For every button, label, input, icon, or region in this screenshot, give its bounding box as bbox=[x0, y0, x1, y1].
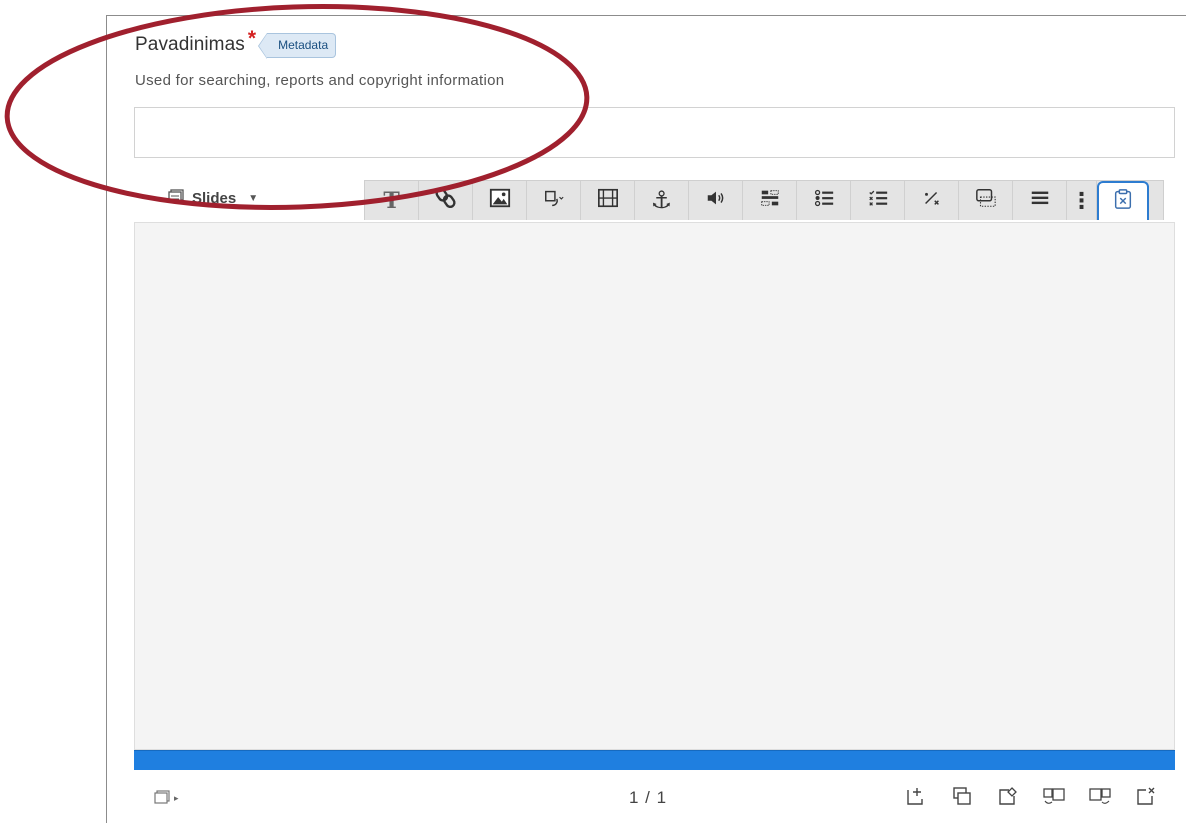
slide-progress-bar bbox=[134, 750, 1175, 770]
move-slide-left-icon bbox=[1043, 786, 1065, 811]
chevron-right-icon: ▸ bbox=[174, 793, 179, 803]
chevron-down-icon: ▼ bbox=[248, 192, 259, 204]
add-slide-button[interactable] bbox=[901, 785, 931, 811]
anchor-tool-button[interactable]: ⚓ bbox=[635, 181, 689, 220]
video-tool-button[interactable] bbox=[581, 181, 635, 220]
clone-slide-icon bbox=[951, 786, 973, 811]
text-tool-button[interactable]: T bbox=[365, 181, 419, 220]
delete-slide-button[interactable] bbox=[1131, 785, 1161, 811]
move-slide-left-button[interactable] bbox=[1039, 785, 1069, 811]
move-slide-right-button[interactable] bbox=[1085, 785, 1115, 811]
summary-tool-button[interactable] bbox=[959, 181, 1013, 220]
slides-menu-label: Slides bbox=[192, 189, 237, 207]
audio-icon bbox=[705, 187, 727, 214]
fill-blanks-icon bbox=[921, 187, 943, 214]
drag-text-tool-button[interactable] bbox=[743, 181, 797, 220]
list-icon bbox=[1029, 187, 1051, 214]
anchor-icon: ⚓ bbox=[650, 187, 673, 214]
text-icon: T bbox=[383, 187, 400, 214]
video-icon bbox=[597, 187, 619, 214]
shapes-tool-button[interactable] bbox=[527, 181, 581, 220]
link-tool-button[interactable] bbox=[419, 181, 473, 220]
slide-background-button[interactable] bbox=[993, 785, 1023, 811]
multi-choice-tool-button[interactable] bbox=[851, 181, 905, 220]
add-slide-icon bbox=[905, 786, 927, 811]
drag-text-icon bbox=[759, 187, 781, 214]
more-icon: ⋮ bbox=[1070, 187, 1093, 213]
title-input[interactable] bbox=[134, 107, 1175, 158]
delete-slide-icon bbox=[1135, 786, 1157, 811]
clone-slide-button[interactable] bbox=[947, 785, 977, 811]
slides-menu-button[interactable]: Slides ▼ bbox=[168, 189, 258, 207]
metadata-badge[interactable]: Metadata bbox=[258, 32, 337, 59]
link-icon bbox=[435, 187, 457, 214]
field-description: Used for searching, reports and copyrigh… bbox=[135, 72, 505, 89]
slide-navigation-menu[interactable]: ▸ bbox=[154, 790, 179, 807]
title-field-header: Pavadinimas * Metadata bbox=[135, 27, 337, 60]
move-slide-right-icon bbox=[1089, 786, 1111, 811]
multi-choice-icon bbox=[867, 187, 889, 214]
image-icon bbox=[489, 187, 511, 214]
single-choice-icon bbox=[813, 187, 835, 214]
slide-footer: ▸ 1 / 1 bbox=[134, 770, 1175, 823]
single-choice-tool-button[interactable] bbox=[797, 181, 851, 220]
slides-icon bbox=[154, 790, 170, 807]
content-toolbar: T ⚓ ⋮ bbox=[364, 180, 1164, 220]
summary-icon bbox=[975, 187, 997, 214]
shapes-icon bbox=[543, 187, 565, 214]
slide-pager: 1 / 1 bbox=[629, 788, 668, 807]
slides-icon bbox=[168, 189, 184, 207]
paste-tool-button[interactable] bbox=[1097, 181, 1149, 220]
image-tool-button[interactable] bbox=[473, 181, 527, 220]
slide-canvas[interactable] bbox=[134, 222, 1175, 750]
field-label: Pavadinimas bbox=[135, 34, 245, 55]
more-tools-button[interactable]: ⋮ bbox=[1067, 181, 1097, 220]
required-mark: * bbox=[247, 27, 257, 50]
audio-tool-button[interactable] bbox=[689, 181, 743, 220]
paste-icon bbox=[1112, 188, 1134, 215]
slide-tools bbox=[901, 785, 1161, 811]
list-tool-button[interactable] bbox=[1013, 181, 1067, 220]
fill-blanks-tool-button[interactable] bbox=[905, 181, 959, 220]
slide-background-icon bbox=[997, 786, 1019, 811]
